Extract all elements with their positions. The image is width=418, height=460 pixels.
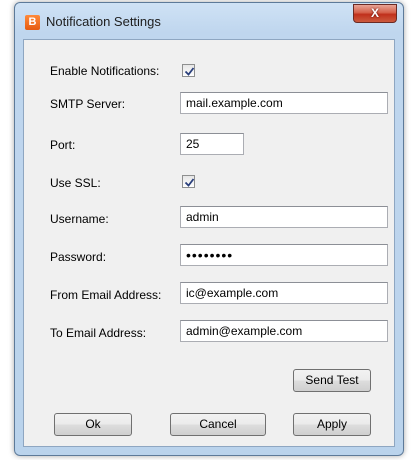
smtp-server-input[interactable]: mail.example.com [180, 92, 388, 114]
apply-button[interactable]: Apply [293, 413, 371, 436]
port-label: Port: [50, 138, 76, 152]
ok-button[interactable]: Ok [54, 413, 132, 436]
checkmark-icon [184, 178, 195, 187]
enable-notifications-label: Enable Notifications: [50, 64, 160, 78]
use-ssl-label: Use SSL: [50, 176, 101, 190]
enable-notifications-checkbox[interactable] [182, 64, 195, 77]
smtp-server-label: SMTP Server: [50, 97, 126, 111]
cancel-button[interactable]: Cancel [170, 413, 266, 436]
from-email-input[interactable]: ic@example.com [180, 282, 388, 304]
send-test-button[interactable]: Send Test [293, 369, 371, 392]
window-title: Notification Settings [46, 14, 161, 29]
to-email-input[interactable]: admin@example.com [180, 320, 388, 342]
password-input[interactable]: •••••••• [180, 244, 388, 266]
dialog-window: B Notification Settings X Enable Notific… [14, 2, 404, 456]
checkmark-icon [184, 67, 195, 76]
app-icon: B [25, 15, 40, 30]
use-ssl-checkbox[interactable] [182, 175, 195, 188]
from-email-label: From Email Address: [50, 288, 162, 302]
password-label: Password: [50, 250, 107, 264]
username-label: Username: [50, 212, 109, 226]
port-input[interactable]: 25 [180, 133, 244, 155]
close-button[interactable]: X [353, 4, 397, 23]
dialog-body: Enable Notifications: SMTP Server: mail.… [23, 39, 395, 447]
username-input[interactable]: admin [180, 206, 388, 228]
to-email-label: To Email Address: [50, 326, 147, 340]
close-icon: X [370, 6, 379, 20]
